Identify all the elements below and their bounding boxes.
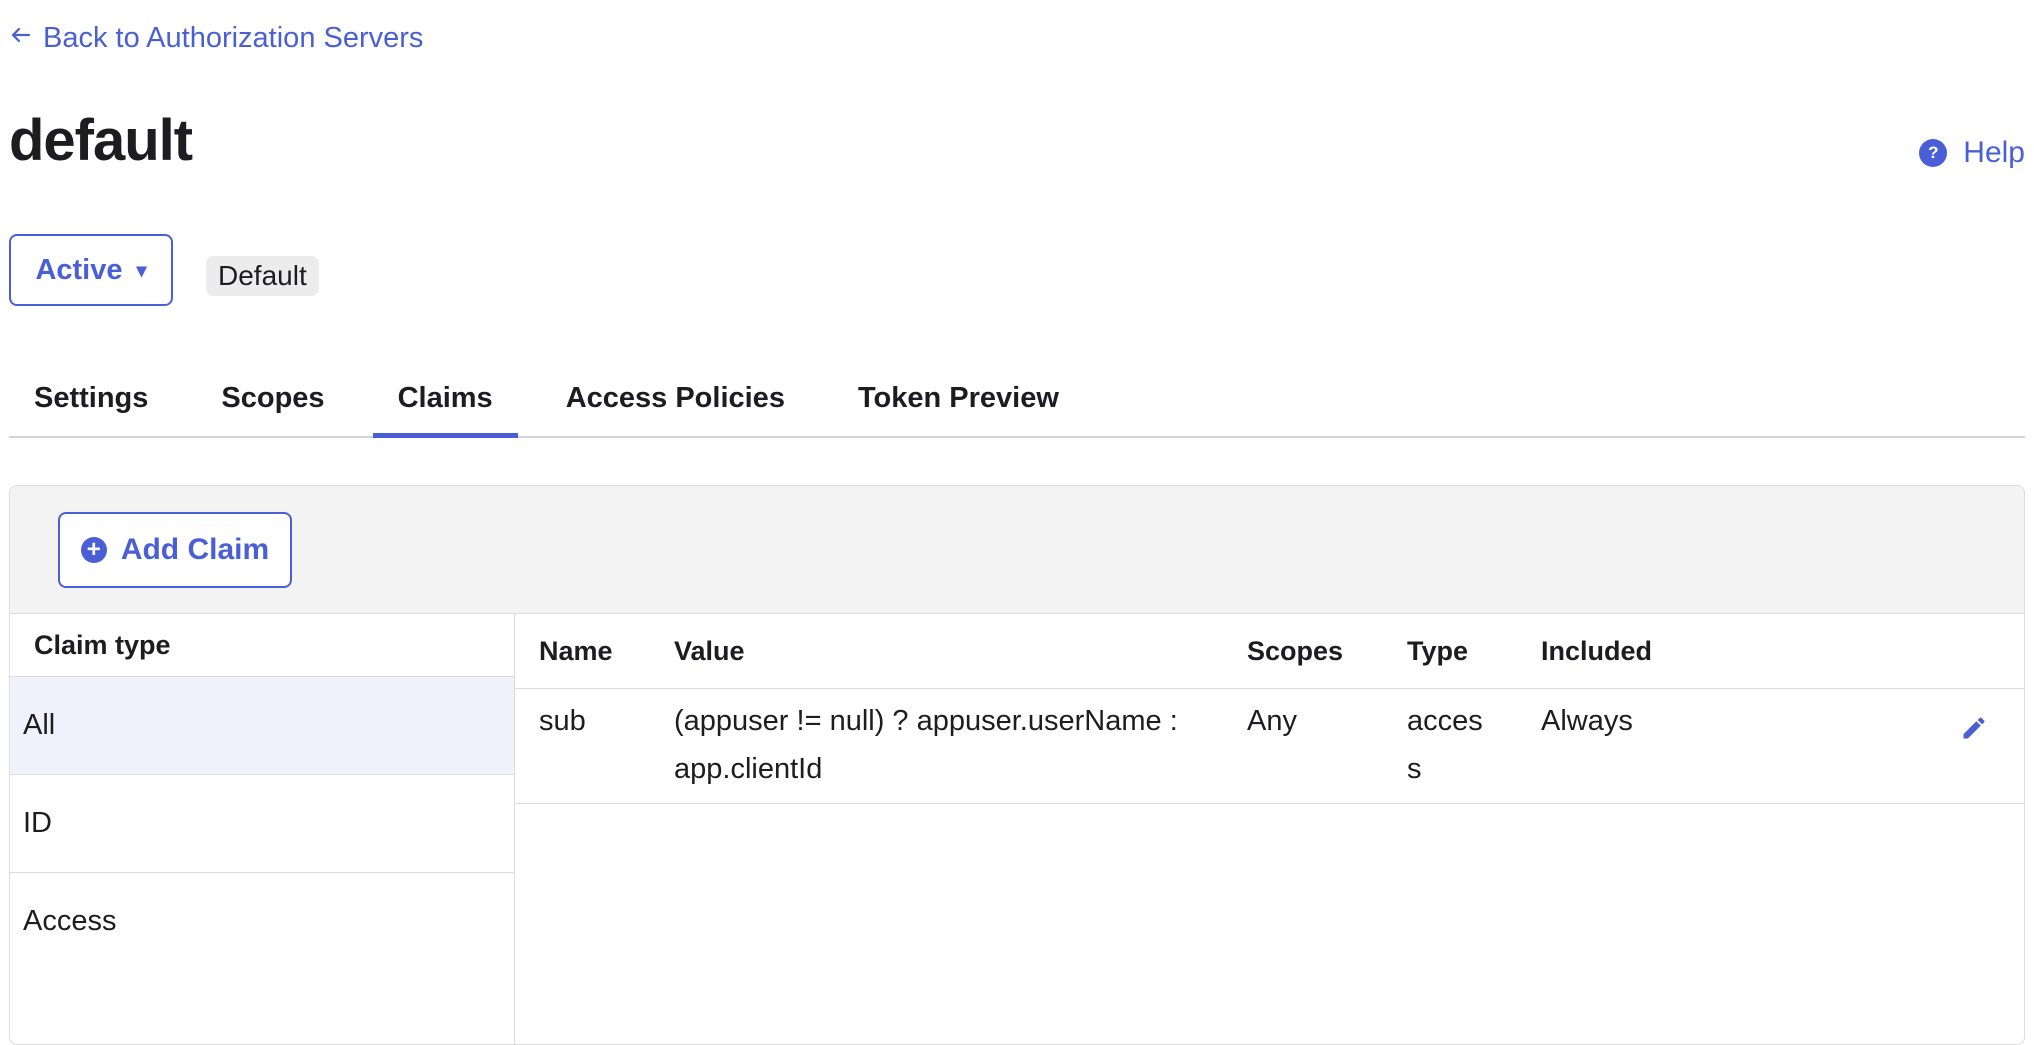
column-header-scopes: Scopes (1223, 614, 1383, 689)
status-dropdown-button[interactable]: Active ▾ (9, 234, 173, 306)
tab-access-policies-label: Access Policies (565, 381, 785, 414)
plus-circle-icon: + (80, 537, 107, 563)
column-header-name: Name (515, 614, 650, 689)
claim-type-all[interactable]: All (10, 676, 514, 774)
claims-panel: + Add Claim Claim type All ID Access Nam… (9, 485, 2025, 1045)
claim-value-cell: (appuser != null) ? appuser.userName : a… (650, 688, 1223, 804)
add-claim-button[interactable]: + Add Claim (58, 512, 292, 588)
claim-scopes-cell: Any (1223, 688, 1383, 804)
back-link-label: Back to Authorization Servers (43, 22, 424, 54)
claim-type-id[interactable]: ID (10, 774, 514, 872)
pencil-icon[interactable] (1960, 709, 1988, 757)
page-title: default (9, 108, 193, 173)
claim-actions-cell (1895, 688, 2024, 804)
tab-scopes-label: Scopes (221, 381, 325, 414)
claim-type-cell: access (1383, 688, 1517, 804)
add-claim-label: Add Claim (120, 533, 270, 566)
claim-included-cell: Always (1517, 688, 1895, 804)
claim-name-cell: sub (515, 688, 650, 804)
back-link[interactable]: Back to Authorization Servers (9, 22, 423, 55)
claims-table: Name Value Scopes Type Included sub (app… (515, 614, 2024, 804)
claim-type-header: Claim type (34, 629, 171, 660)
question-circle-icon: ? (1919, 139, 1948, 167)
status-label: Active (35, 253, 123, 286)
claim-type-sidebar: Claim type All ID Access (10, 614, 515, 1044)
tab-settings[interactable]: Settings (9, 360, 173, 436)
help-link[interactable]: ? Help (1919, 136, 2025, 170)
default-badge: Default (206, 256, 319, 296)
caret-down-icon: ▾ (136, 259, 147, 282)
column-header-type: Type (1383, 614, 1517, 689)
claim-type-access[interactable]: Access (10, 872, 514, 970)
claim-type-all-label: All (23, 709, 56, 741)
tab-scopes[interactable]: Scopes (196, 360, 349, 436)
tab-access-policies[interactable]: Access Policies (541, 360, 810, 436)
claim-type-id-label: ID (23, 807, 52, 839)
tab-token-preview-label: Token Preview (857, 381, 1059, 414)
authorization-server-page: Back to Authorization Servers default ? … (9, 0, 2025, 1045)
tab-bar: Settings Scopes Claims Access Policies T… (9, 360, 2025, 438)
column-header-included: Included (1517, 614, 1895, 689)
help-label: Help (1963, 136, 2025, 169)
table-header-row: Name Value Scopes Type Included (515, 614, 2024, 689)
tab-token-preview[interactable]: Token Preview (833, 360, 1084, 436)
claims-toolbar: + Add Claim (10, 486, 2024, 614)
table-row: sub (appuser != null) ? appuser.userName… (515, 688, 2024, 804)
tab-claims-label: Claims (397, 381, 493, 414)
column-header-value: Value (650, 614, 1223, 689)
tab-settings-label: Settings (34, 381, 149, 414)
tab-claims[interactable]: Claims (372, 360, 518, 438)
column-header-actions (1895, 614, 2024, 689)
arrow-left-icon (9, 22, 33, 55)
claim-type-access-label: Access (23, 905, 117, 937)
